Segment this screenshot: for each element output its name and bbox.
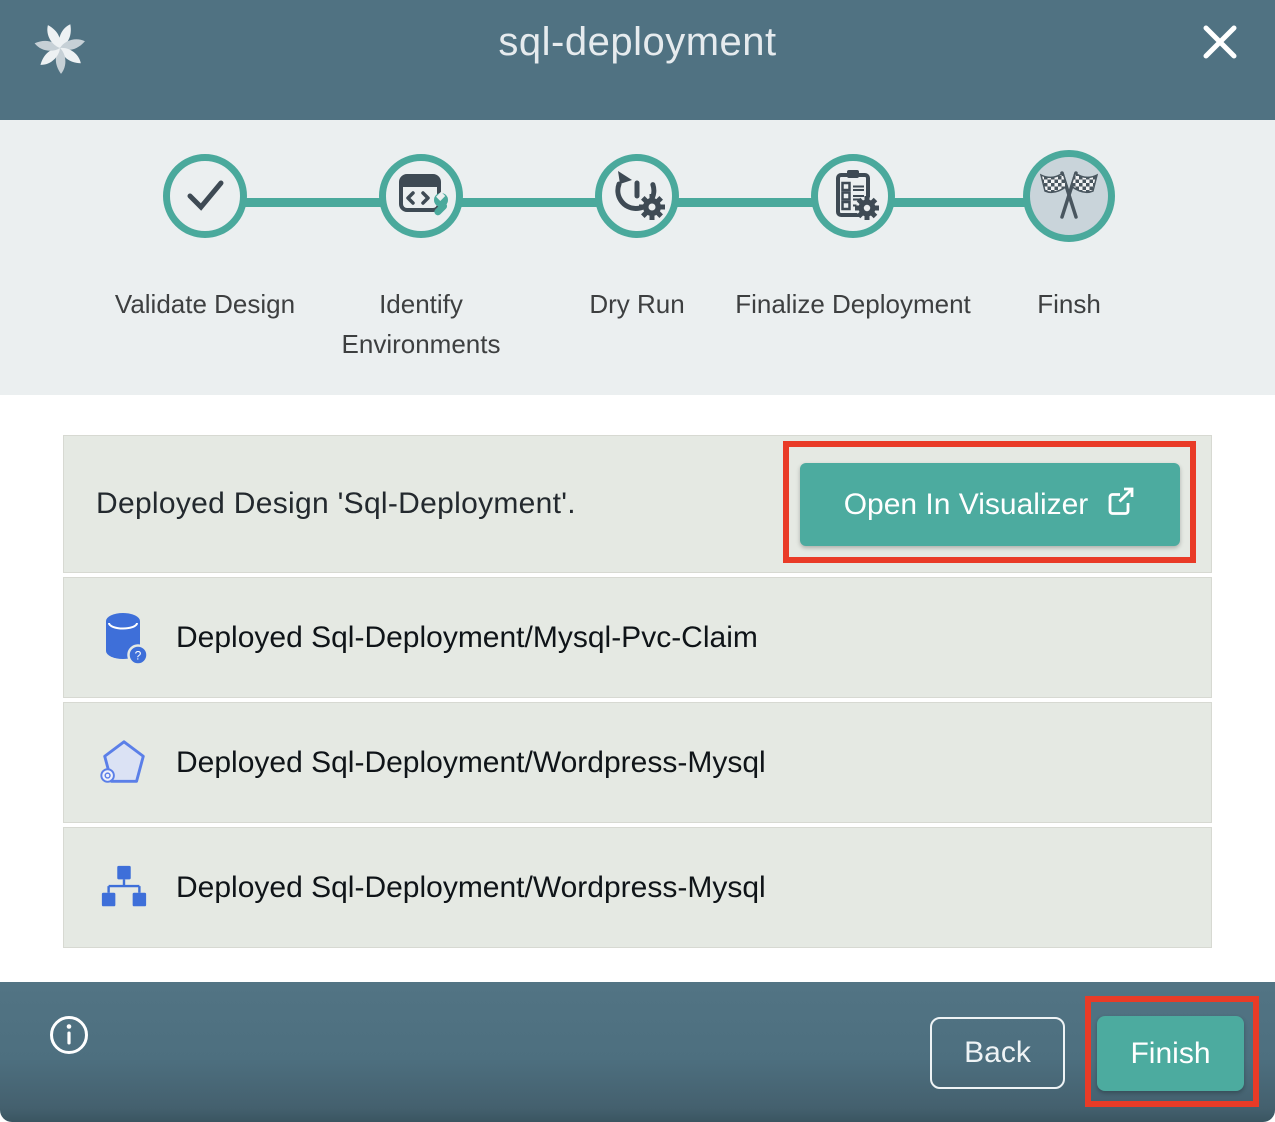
step-validate-design [163, 154, 247, 238]
svg-text:?: ? [135, 648, 142, 662]
deployment-summary-text: Deployed Design 'Sql-Deployment'. [96, 487, 576, 521]
finalize-checklist-icon [825, 166, 881, 227]
modal-title: sql-deployment [0, 20, 1275, 65]
step-identify-environments [379, 154, 463, 238]
check-icon [179, 168, 231, 225]
deployment-wizard-modal: sql-deployment Validate Design [0, 0, 1275, 1122]
step-label-identify-environments: Identify Environments [301, 284, 541, 364]
code-environment-icon [393, 166, 449, 227]
pod-icon [96, 733, 152, 793]
step-label-validate-design: Validate Design [85, 284, 325, 324]
finish-button[interactable]: Finish [1097, 1016, 1244, 1091]
modal-footer: Back Finish [0, 982, 1275, 1122]
wizard-stepper: Validate Design Identify Environments [0, 120, 1275, 395]
step-finish [1023, 150, 1115, 242]
step-dry-run [595, 154, 679, 238]
modal-header: sql-deployment [0, 0, 1275, 120]
result-text: Deployed Sql-Deployment/Wordpress-Mysql [176, 871, 766, 905]
open-in-visualizer-button[interactable]: Open In Visualizer [800, 463, 1180, 546]
result-text: Deployed Sql-Deployment/Mysql-Pvc-Claim [176, 621, 758, 655]
step-finalize-deployment [811, 154, 895, 238]
dry-run-icon [609, 166, 665, 227]
back-button[interactable]: Back [930, 1017, 1065, 1089]
database-icon: ? [96, 608, 152, 668]
open-in-visualizer-label: Open In Visualizer [844, 488, 1089, 522]
step-label-finish: Finsh [949, 284, 1189, 324]
close-button[interactable] [1195, 18, 1245, 68]
result-text: Deployed Sql-Deployment/Wordpress-Mysql [176, 746, 766, 780]
step-label-dry-run: Dry Run [517, 284, 757, 324]
info-button[interactable] [47, 1013, 91, 1057]
external-link-icon [1104, 485, 1136, 525]
info-icon [47, 1045, 91, 1060]
close-icon [1197, 53, 1243, 68]
result-row-wordpress-mysql-topology: Deployed Sql-Deployment/Wordpress-Mysql [63, 827, 1212, 948]
finish-flags-icon [1037, 162, 1101, 231]
topology-icon [96, 858, 152, 918]
step-label-finalize-deployment: Finalize Deployment [733, 284, 973, 324]
wrench-overlay [433, 191, 449, 216]
result-row-wordpress-mysql-pod: Deployed Sql-Deployment/Wordpress-Mysql [63, 702, 1212, 823]
result-row-mysql-pvc-claim: ? Deployed Sql-Deployment/Mysql-Pvc-Clai… [63, 577, 1212, 698]
